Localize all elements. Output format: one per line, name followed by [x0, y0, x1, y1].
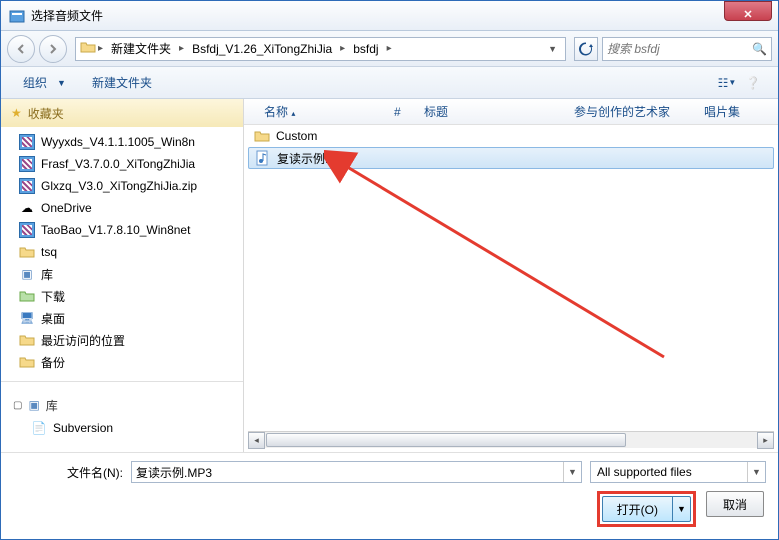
chevron-right-icon: ▸ — [179, 43, 184, 54]
archive-icon — [19, 134, 35, 150]
toolbar: 组织 ▼ 新建文件夹 ☷ ▼ ❔ — [1, 67, 778, 99]
chevron-right-icon: ▸ — [98, 43, 103, 54]
filename-combo[interactable]: ▼ — [131, 461, 582, 483]
sidebar-item[interactable]: 📄Subversion — [31, 417, 243, 439]
search-box[interactable]: 🔍 — [602, 37, 772, 61]
folder-icon — [254, 128, 270, 144]
sidebar-item[interactable]: 备份 — [19, 351, 243, 373]
chevron-down-icon: ▼ — [57, 78, 66, 88]
column-name[interactable]: 名称 ▴ — [252, 103, 382, 120]
dropdown-icon[interactable]: ▼ — [747, 462, 765, 482]
cancel-button[interactable]: 取消 — [706, 491, 764, 517]
archive-icon — [19, 222, 35, 238]
filename-input[interactable] — [132, 465, 563, 479]
column-title[interactable]: 标题 — [412, 103, 562, 120]
favorites-header[interactable]: ★ 收藏夹 — [1, 99, 243, 127]
sidebar-item[interactable]: 下载 — [19, 285, 243, 307]
archive-icon — [19, 178, 35, 194]
sidebar: ★ 收藏夹 Wyyxds_V4.1.1.1005_Win8n Frasf_V3.… — [1, 99, 244, 452]
close-button[interactable]: ✕ — [724, 1, 772, 21]
sidebar-item[interactable]: Wyyxds_V4.1.1.1005_Win8n — [19, 131, 243, 153]
subversion-icon: 📄 — [31, 420, 47, 436]
breadcrumb-seg[interactable]: Bsfdj_V1.26_XiTongZhiJia — [186, 38, 338, 60]
refresh-button[interactable] — [574, 37, 598, 61]
libraries-header[interactable]: ▢ ▣ 库 — [7, 393, 243, 417]
organize-menu[interactable]: 组织 — [13, 70, 57, 95]
horizontal-scrollbar[interactable]: ◂ ▸ — [248, 431, 774, 448]
sidebar-item[interactable]: ▣库 — [19, 263, 243, 285]
download-icon — [19, 288, 35, 304]
new-folder-button[interactable]: 新建文件夹 — [82, 70, 162, 95]
star-icon: ★ — [11, 106, 22, 120]
scroll-right-button[interactable]: ▸ — [757, 432, 774, 449]
dialog-body: ★ 收藏夹 Wyyxds_V4.1.1.1005_Win8n Frasf_V3.… — [1, 99, 778, 452]
breadcrumb-seg[interactable]: 新建文件夹 — [105, 38, 177, 60]
dropdown-icon[interactable]: ▼ — [563, 462, 581, 482]
open-button-highlight: 打开(O) ▼ — [597, 491, 696, 527]
library-icon: ▣ — [19, 266, 35, 282]
title-bar: 选择音频文件 ✕ — [1, 1, 778, 31]
library-icon: ▣ — [28, 398, 39, 412]
chevron-right-icon: ▸ — [340, 43, 345, 54]
sidebar-item[interactable]: Glxzq_V3.0_XiTongZhiJia.zip — [19, 175, 243, 197]
cloud-icon: ☁ — [19, 200, 35, 216]
window-title: 选择音频文件 — [31, 7, 724, 24]
open-button[interactable]: 打开(O) — [602, 496, 673, 522]
scroll-left-button[interactable]: ◂ — [248, 432, 265, 449]
help-button[interactable]: ❔ — [740, 72, 766, 94]
file-list[interactable]: Custom 复读示例.MP3 — [244, 125, 778, 431]
annotation-arrow — [324, 147, 684, 377]
audio-file-icon — [255, 150, 271, 166]
app-icon — [9, 8, 25, 24]
file-open-dialog: 选择音频文件 ✕ ▸ 新建文件夹 ▸ Bsfdj_V1.26_XiTongZhi… — [0, 0, 779, 540]
back-button[interactable] — [7, 35, 35, 63]
filter-combo[interactable]: All supported files ▼ — [590, 461, 766, 483]
chevron-right-icon: ▸ — [387, 43, 392, 54]
separator — [1, 381, 243, 389]
recent-icon — [19, 332, 35, 348]
desktop-icon: 🖥 — [19, 310, 35, 326]
sidebar-item[interactable]: TaoBao_V1.7.8.10_Win8net — [19, 219, 243, 241]
nav-bar: ▸ 新建文件夹 ▸ Bsfdj_V1.26_XiTongZhiJia ▸ bsf… — [1, 31, 778, 67]
sidebar-item[interactable]: Frasf_V3.7.0.0_XiTongZhiJia — [19, 153, 243, 175]
search-icon: 🔍 — [752, 42, 767, 56]
file-row-folder[interactable]: Custom — [244, 125, 778, 147]
search-input[interactable] — [607, 42, 752, 56]
column-number[interactable]: # — [382, 105, 412, 119]
footer: 文件名(N): ▼ All supported files ▼ 打开(O) ▼ … — [1, 452, 778, 539]
sidebar-item[interactable]: ☁OneDrive — [19, 197, 243, 219]
folder-icon — [80, 39, 96, 58]
sidebar-item[interactable]: tsq — [19, 241, 243, 263]
filename-label: 文件名(N): — [53, 464, 123, 481]
sidebar-item[interactable]: 🖥桌面 — [19, 307, 243, 329]
scroll-thumb[interactable] — [266, 433, 626, 447]
view-options-button[interactable]: ☷ ▼ — [714, 72, 740, 94]
expand-icon: ▢ — [13, 400, 22, 411]
folder-icon — [19, 354, 35, 370]
breadcrumb-seg[interactable]: bsfdj — [347, 38, 384, 60]
open-dropdown[interactable]: ▼ — [673, 496, 691, 522]
archive-icon — [19, 156, 35, 172]
column-album[interactable]: 唱片集 — [692, 103, 752, 120]
forward-button[interactable] — [39, 35, 67, 63]
sidebar-item[interactable]: 最近访问的位置 — [19, 329, 243, 351]
favorites-tree: Wyyxds_V4.1.1.1005_Win8n Frasf_V3.7.0.0_… — [1, 127, 243, 377]
column-artist[interactable]: 参与创作的艺术家 — [562, 103, 692, 120]
dropdown-icon[interactable]: ▼ — [544, 44, 561, 54]
file-row-selected[interactable]: 复读示例.MP3 — [248, 147, 774, 169]
column-header-row: 名称 ▴ # 标题 参与创作的艺术家 唱片集 — [244, 99, 778, 125]
file-pane: 名称 ▴ # 标题 参与创作的艺术家 唱片集 Custom 复读示例.MP3 — [244, 99, 778, 452]
breadcrumb[interactable]: ▸ 新建文件夹 ▸ Bsfdj_V1.26_XiTongZhiJia ▸ bsf… — [75, 37, 566, 61]
sort-asc-icon: ▴ — [291, 109, 295, 118]
folder-icon — [19, 244, 35, 260]
